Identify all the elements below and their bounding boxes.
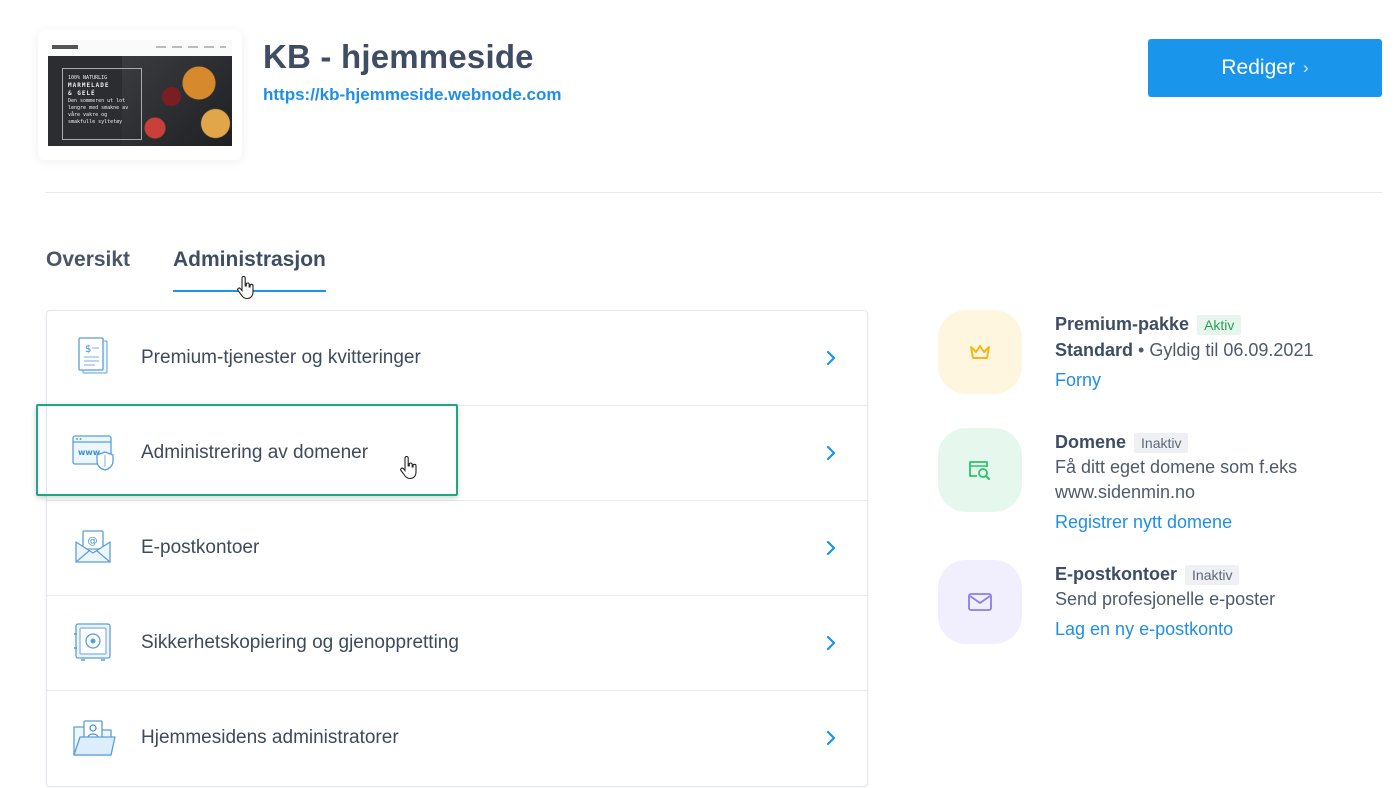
service-title-text: Domene	[1055, 432, 1127, 452]
tab-administration[interactable]: Administrasjon	[173, 248, 326, 272]
status-badge: Inaktiv	[1134, 432, 1189, 453]
thumbnail-line1: 100% NATURLIG	[68, 75, 108, 81]
service-email: E-postkontoer Inaktiv Send profesjonelle…	[938, 560, 1382, 650]
bullet-separator: •	[1138, 340, 1145, 360]
hand-cursor-icon	[237, 276, 254, 300]
domain-shield-icon: www	[72, 435, 114, 471]
chevron-right-icon	[826, 635, 836, 651]
edit-button-label: Rediger	[1221, 56, 1295, 79]
site-title: KB - hjemmeside	[263, 38, 534, 75]
crown-icon	[970, 345, 990, 359]
administration-list: $ Premium-tjenester og kvitteringer www …	[46, 310, 868, 787]
renew-link[interactable]: Forny	[1055, 370, 1101, 391]
admin-item-label: E-postkontoer	[141, 537, 260, 558]
thumbnail-textbox: 100% NATURLIG MARMELADE & GELÉ Den somme…	[62, 68, 142, 140]
register-domain-link[interactable]: Registrer nytt domene	[1055, 512, 1232, 533]
status-badge: Inaktiv	[1185, 564, 1240, 585]
svg-text:$: $	[85, 344, 91, 355]
mail-icon	[968, 593, 992, 611]
email-icon-badge	[938, 560, 1022, 644]
service-description: www.sidenmin.no	[1055, 482, 1196, 502]
site-url-link[interactable]: https://kb-hjemmeside.webnode.com	[263, 85, 562, 105]
validity-text: Gyldig til 06.09.2021	[1149, 340, 1314, 360]
thumbnail-body: Den sommeren ut lot lengre med smakne av…	[68, 98, 129, 125]
email-envelope-icon: @	[75, 530, 111, 563]
safe-icon	[74, 623, 111, 661]
thumbnail-navbar	[48, 40, 232, 56]
chevron-right-icon: ›	[1302, 58, 1309, 77]
domain-icon-badge	[938, 428, 1022, 512]
admin-item-label: Administrering av domener	[141, 442, 369, 463]
admin-item-email[interactable]: @ E-postkontoer	[47, 501, 867, 596]
service-title: Premium-pakke Aktiv	[1055, 314, 1242, 335]
chevron-right-icon	[826, 540, 836, 556]
edit-button[interactable]: Rediger ›	[1148, 39, 1382, 97]
hand-cursor-icon	[400, 456, 417, 480]
admin-item-domains[interactable]: www Administrering av domener	[47, 406, 867, 501]
site-thumbnail-card[interactable]: 100% NATURLIG MARMELADE & GELÉ Den somme…	[38, 30, 242, 160]
service-title: E-postkontoer Inaktiv	[1055, 564, 1240, 585]
service-title-text: E-postkontoer	[1055, 564, 1178, 584]
service-premium: Premium-pakke Aktiv Standard • Gyldig ti…	[938, 310, 1382, 400]
tab-overview[interactable]: Oversikt	[46, 248, 130, 272]
admin-item-label: Hjemmesidens administratorer	[141, 727, 399, 748]
receipt-icon: $	[78, 337, 108, 374]
create-email-link[interactable]: Lag en ny e-postkonto	[1055, 619, 1233, 640]
admin-folder-icon	[73, 720, 116, 756]
admin-item-backup[interactable]: Sikkerhetskopiering og gjenoppretting	[47, 596, 867, 691]
service-title: Domene Inaktiv	[1055, 432, 1189, 453]
domain-search-icon	[969, 461, 990, 480]
service-domain: Domene Inaktiv Få ditt eget domene som f…	[938, 428, 1382, 538]
premium-icon-badge	[938, 310, 1022, 394]
service-plan-line: Standard • Gyldig til 06.09.2021	[1055, 340, 1313, 361]
admin-item-label: Sikkerhetskopiering og gjenoppretting	[141, 632, 459, 653]
thumbnail-line2: MARMELADE	[68, 82, 110, 89]
status-badge: Aktiv	[1197, 314, 1242, 335]
admin-item-premium[interactable]: $ Premium-tjenester og kvitteringer	[47, 311, 867, 406]
admin-item-label: Premium-tjenester og kvitteringer	[141, 347, 421, 368]
chevron-right-icon	[826, 730, 836, 746]
chevron-right-icon	[826, 445, 836, 461]
service-title-text: Premium-pakke	[1055, 314, 1190, 334]
thumbnail-line3: & GELÉ	[68, 90, 96, 97]
plan-name: Standard	[1055, 340, 1134, 360]
page: 100% NATURLIG MARMELADE & GELÉ Den somme…	[0, 0, 1400, 788]
svg-text:@: @	[88, 536, 98, 547]
service-description: Få ditt eget domene som f.eks	[1055, 457, 1298, 477]
chevron-right-icon	[826, 350, 836, 366]
site-thumbnail: 100% NATURLIG MARMELADE & GELÉ Den somme…	[48, 40, 232, 146]
header-divider	[46, 192, 1382, 193]
admin-item-administrators[interactable]: Hjemmesidens administratorer	[47, 691, 867, 786]
service-description: Send profesjonelle e-poster	[1055, 589, 1276, 609]
